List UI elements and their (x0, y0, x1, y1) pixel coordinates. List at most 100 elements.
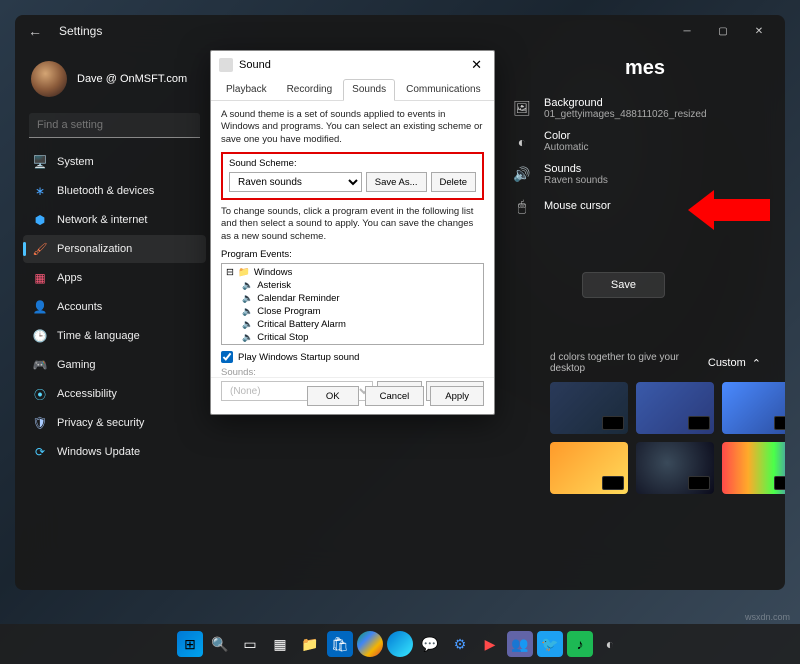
sound-dialog-title: Sound (239, 59, 271, 71)
sidebar-item-privacy-security[interactable]: 🛡Privacy & security (23, 409, 206, 437)
save-as-button[interactable]: Save As... (366, 172, 427, 192)
program-event-item[interactable]: 🔈Asterisk (224, 279, 481, 292)
program-events-list[interactable]: ⊟📁Windows 🔈Asterisk🔈Calendar Reminder🔈Cl… (221, 263, 484, 345)
theme-thumb[interactable] (722, 382, 785, 434)
taskbar: ⊞ 🔍 ▭ ▦ 📁 🛍 💬 ⚙ ▶ 👥 🐦 ♪ ◐ (0, 624, 800, 664)
chevron-up-icon: ⌃ (752, 357, 761, 370)
theme-row-background[interactable]: 🖼 Background01_gettyimages_488111026_resi… (512, 97, 757, 120)
tab-communications[interactable]: Communications (397, 79, 489, 100)
save-button[interactable]: Save (582, 272, 665, 298)
theme-thumb[interactable] (636, 442, 714, 494)
sound-icon (219, 58, 233, 72)
nav-label: Accounts (57, 301, 102, 313)
task-view-icon[interactable]: ▭ (237, 631, 263, 657)
sound-close-button[interactable]: ✕ (467, 57, 486, 73)
app-icon[interactable]: ◐ (597, 631, 623, 657)
theme-thumb[interactable] (550, 442, 628, 494)
nav-label: Gaming (57, 359, 96, 371)
chrome-icon[interactable] (357, 631, 383, 657)
nav-icon: ⟳ (33, 445, 47, 459)
maximize-button[interactable]: ▢ (705, 17, 741, 45)
nav-label: Bluetooth & devices (57, 185, 154, 197)
cancel-button[interactable]: Cancel (365, 386, 425, 406)
program-event-item[interactable]: 🔈Critical Battery Alarm (224, 318, 481, 331)
program-event-item[interactable]: 🔈Calendar Reminder (224, 292, 481, 305)
theme-row-sounds[interactable]: 🔊SoundsRaven sounds (512, 163, 757, 186)
teams-icon[interactable]: 👥 (507, 631, 533, 657)
nav-label: Apps (57, 272, 82, 284)
sidebar-item-system[interactable]: 🖥️System (23, 148, 206, 176)
theme-thumb[interactable] (722, 442, 785, 494)
nav-label: Windows Update (57, 446, 140, 458)
widgets-icon[interactable]: ▦ (267, 631, 293, 657)
ok-button[interactable]: OK (307, 386, 359, 406)
tab-recording[interactable]: Recording (278, 79, 342, 100)
speaker-icon: 🔈 (242, 306, 253, 317)
explorer-icon[interactable]: 📁 (297, 631, 323, 657)
watermark: wsxdn.com (745, 612, 790, 622)
start-button[interactable]: ⊞ (177, 631, 203, 657)
apply-button[interactable]: Apply (430, 386, 484, 406)
minimize-button[interactable]: ─ (669, 17, 705, 45)
search-icon[interactable]: 🔍 (207, 631, 233, 657)
theme-desc-row: d colors together to give your desktop C… (550, 352, 761, 374)
discord-icon[interactable]: 💬 (417, 631, 443, 657)
theme-row-sub: Raven sounds (544, 175, 608, 186)
close-button[interactable]: ✕ (741, 17, 777, 45)
speaker-icon: 🔈 (242, 319, 253, 330)
spotify-icon[interactable]: ♪ (567, 631, 593, 657)
user-account-row[interactable]: Dave @ OnMSFT.com (23, 55, 206, 111)
play-startup-checkbox[interactable] (221, 351, 233, 363)
play-icon[interactable]: ▶ (477, 631, 503, 657)
sound-scheme-label: Sound Scheme: (229, 158, 476, 169)
theme-thumb[interactable] (550, 382, 628, 434)
sidebar-item-network-internet[interactable]: ⬢Network & internet (23, 206, 206, 234)
delete-button[interactable]: Delete (431, 172, 476, 192)
events-root[interactable]: ⊟📁Windows (224, 266, 481, 279)
theme-row-label: Sounds (544, 163, 608, 175)
nav-list: 🖥️System∗Bluetooth & devices⬢Network & i… (23, 148, 206, 466)
nav-icon: 🛡 (33, 416, 47, 430)
sound-scheme-select[interactable]: Raven sounds (229, 172, 362, 192)
edge-icon[interactable] (387, 631, 413, 657)
sidebar-item-accessibility[interactable]: ⦿Accessibility (23, 380, 206, 408)
sidebar-item-time-language[interactable]: 🕒Time & language (23, 322, 206, 350)
sound-scheme-desc: A sound theme is a set of sounds applied… (221, 109, 484, 146)
settings-icon[interactable]: ⚙ (447, 631, 473, 657)
sound-tabs: PlaybackRecordingSoundsCommunications (211, 79, 494, 101)
custom-toggle[interactable]: Custom ⌃ (708, 357, 761, 370)
program-event-item[interactable]: 🔈Close Program (224, 305, 481, 318)
theme-row-color[interactable]: ◐ColorAutomatic (512, 130, 757, 153)
nav-label: System (57, 156, 94, 168)
theme-desc: d colors together to give your desktop (550, 352, 708, 374)
sound-scheme-group: Sound Scheme: Raven sounds Save As... De… (221, 152, 484, 200)
nav-label: Time & language (57, 330, 140, 342)
change-sounds-desc: To change sounds, click a program event … (221, 206, 484, 243)
theme-row-icon: 🖼 (512, 99, 532, 119)
back-button[interactable]: ← (23, 23, 47, 39)
sidebar-item-gaming[interactable]: 🎮Gaming (23, 351, 206, 379)
nav-label: Accessibility (57, 388, 117, 400)
window-title: Settings (59, 24, 102, 38)
store-icon[interactable]: 🛍 (327, 631, 353, 657)
sidebar-item-personalization[interactable]: 🖌Personalization (23, 235, 206, 263)
tab-sounds[interactable]: Sounds (343, 79, 395, 101)
sidebar-item-apps[interactable]: ▦Apps (23, 264, 206, 292)
theme-row-icon: ◐ (512, 132, 532, 152)
sidebar-item-bluetooth-devices[interactable]: ∗Bluetooth & devices (23, 177, 206, 205)
program-event-item[interactable]: 🔈Critical Stop (224, 331, 481, 344)
user-name: Dave @ OnMSFT.com (77, 73, 187, 85)
theme-thumb[interactable] (636, 382, 714, 434)
theme-row-sub: 01_gettyimages_488111026_resized (544, 109, 707, 120)
tab-playback[interactable]: Playback (217, 79, 276, 100)
theme-grid (550, 382, 785, 494)
page-title: mes (625, 57, 665, 80)
sound-dialog: Sound ✕ PlaybackRecordingSoundsCommunica… (210, 50, 495, 415)
sidebar-item-windows-update[interactable]: ⟳ Windows Update (23, 438, 206, 466)
sidebar-item-accounts[interactable]: 👤Accounts (23, 293, 206, 321)
program-events-label: Program Events: (221, 249, 484, 260)
search-input[interactable] (29, 113, 200, 138)
theme-row-label: Background (544, 97, 707, 109)
twitter-icon[interactable]: 🐦 (537, 631, 563, 657)
theme-row-label: Mouse cursor (544, 200, 611, 212)
